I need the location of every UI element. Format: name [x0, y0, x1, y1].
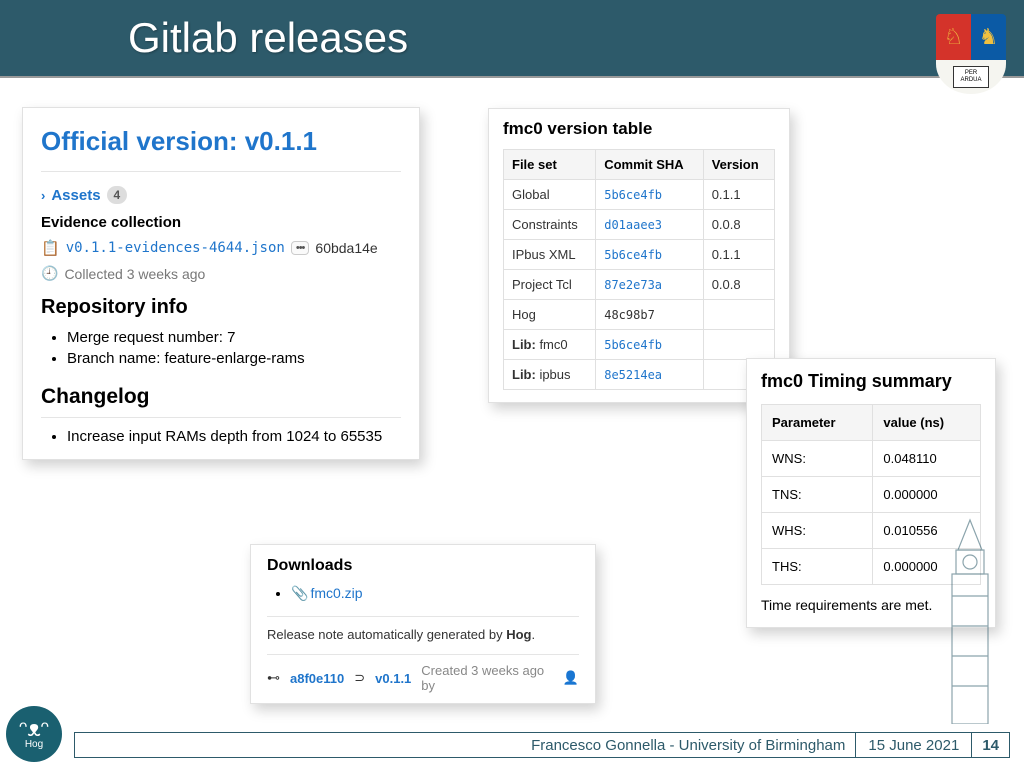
ellipsis-button[interactable]: •••	[291, 241, 310, 255]
col-value: value (ns)	[873, 405, 981, 441]
col-parameter: Parameter	[762, 405, 873, 441]
downloads-meta: ⊷ a8f0e110 ⊃ v0.1.1 Created 3 weeks ago …	[267, 654, 579, 693]
release-panel: Official version: v0.1.1 › Assets 4 Evid…	[22, 107, 420, 460]
version-cell: 0.1.1	[703, 240, 774, 270]
clock-icon: 🕘	[41, 265, 58, 282]
table-row: Project Tcl87e2e73a0.0.8	[504, 270, 775, 300]
tag-icon: ⊃	[354, 670, 365, 686]
downloads-panel: Downloads 📎fmc0.zip Release note automat…	[250, 544, 596, 704]
fileset-cell: IPbus XML	[504, 240, 596, 270]
divider	[41, 171, 401, 172]
fileset-cell: Constraints	[504, 210, 596, 240]
changelog-list: Increase input RAMs depth from 1024 to 6…	[67, 428, 401, 445]
fileset-cell: Hog	[504, 300, 596, 330]
assets-row[interactable]: › Assets 4	[41, 186, 401, 204]
table-row: WNS:0.048110	[762, 441, 981, 477]
repo-info-heading: Repository info	[41, 296, 401, 319]
param-cell: WHS:	[762, 513, 873, 549]
assets-count-badge: 4	[107, 186, 128, 204]
repo-info-list: Merge request number: 7 Branch name: fea…	[67, 329, 401, 367]
avatar-icon: 👤	[563, 670, 579, 686]
fileset-cell: Project Tcl	[504, 270, 596, 300]
col-fileset: File set	[504, 150, 596, 180]
version-table: File set Commit SHA Version Global5b6ce4…	[503, 149, 775, 390]
sha-cell[interactable]: d01aaee3	[596, 210, 703, 240]
version-table-panel: fmc0 version table File set Commit SHA V…	[488, 108, 790, 403]
sha-cell[interactable]: 87e2e73a	[596, 270, 703, 300]
fileset-cell: Lib: fmc0	[504, 330, 596, 360]
changelog-item: Increase input RAMs depth from 1024 to 6…	[67, 428, 401, 445]
evidence-heading: Evidence collection	[41, 214, 401, 231]
crest-lion-icon: ♘	[936, 14, 971, 60]
version-cell	[703, 300, 774, 330]
param-cell: TNS:	[762, 477, 873, 513]
value-cell: 0.000000	[873, 477, 981, 513]
commit-link[interactable]: a8f0e110	[290, 671, 344, 686]
divider	[41, 417, 401, 418]
sha-cell[interactable]: 5b6ce4fb	[596, 240, 703, 270]
merge-request-item: Merge request number: 7	[67, 329, 401, 346]
assets-label: Assets	[51, 187, 100, 204]
downloads-heading: Downloads	[267, 557, 579, 575]
university-crest: ♘ ♞ PERARDUA	[936, 14, 1006, 94]
header-bar: Gitlab releases ♘ ♞ PERARDUA	[0, 0, 1024, 78]
clipboard-icon: 📋	[41, 239, 60, 257]
footer-page: 14	[971, 733, 1009, 757]
fileset-cell: Lib: ipbus	[504, 360, 596, 390]
hog-logo-text: Hog	[25, 739, 43, 750]
sha-cell[interactable]: 5b6ce4fb	[596, 330, 703, 360]
table-row: Lib: fmc05b6ce4fb	[504, 330, 775, 360]
value-cell: 0.048110	[873, 441, 981, 477]
downloads-note: Release note automatically generated by …	[267, 627, 579, 642]
clocktower-illustration	[928, 516, 1012, 724]
tag-link[interactable]: v0.1.1	[375, 671, 411, 686]
paperclip-icon: 📎	[291, 585, 308, 601]
table-row: Constraintsd01aaee30.0.8	[504, 210, 775, 240]
download-item: 📎fmc0.zip	[291, 585, 579, 602]
version-cell	[703, 330, 774, 360]
col-sha: Commit SHA	[596, 150, 703, 180]
collected-row: 🕘 Collected 3 weeks ago	[41, 265, 401, 282]
param-cell: WNS:	[762, 441, 873, 477]
sha-cell: 48c98b7	[596, 300, 703, 330]
crest-griffin-icon: ♞	[971, 14, 1006, 60]
evidence-sha: 60bda14e	[315, 240, 377, 256]
version-cell: 0.0.8	[703, 210, 774, 240]
slide-title: Gitlab releases	[128, 14, 408, 62]
commit-icon: ⊷	[267, 670, 280, 686]
sha-cell[interactable]: 5b6ce4fb	[596, 180, 703, 210]
evidence-file-link[interactable]: v0.1.1-evidences-4644.json	[66, 240, 285, 256]
hog-logo: ᵔᴥᵔ Hog	[6, 706, 62, 762]
param-cell: THS:	[762, 549, 873, 585]
download-link[interactable]: fmc0.zip	[310, 585, 362, 601]
table-row: Lib: ipbus8e5214ea	[504, 360, 775, 390]
changelog-heading: Changelog	[41, 385, 401, 409]
evidence-row: 📋 v0.1.1-evidences-4644.json ••• 60bda14…	[41, 239, 401, 257]
version-table-title: fmc0 version table	[503, 119, 775, 139]
footer: Francesco Gonnella - University of Birmi…	[74, 732, 1010, 758]
fileset-cell: Global	[504, 180, 596, 210]
timing-title: fmc0 Timing summary	[761, 371, 981, 392]
downloads-list: 📎fmc0.zip	[291, 585, 579, 602]
version-cell: 0.1.1	[703, 180, 774, 210]
created-text: Created 3 weeks ago by	[421, 663, 553, 693]
version-cell: 0.0.8	[703, 270, 774, 300]
table-row: TNS:0.000000	[762, 477, 981, 513]
hog-face-icon: ᵔᴥᵔ	[19, 719, 49, 739]
crest-motto: PERARDUA	[953, 66, 989, 88]
table-row: IPbus XML5b6ce4fb0.1.1	[504, 240, 775, 270]
branch-name-item: Branch name: feature-enlarge-rams	[67, 350, 401, 367]
divider	[267, 616, 579, 617]
footer-date: 15 June 2021	[855, 733, 971, 757]
collected-text: Collected 3 weeks ago	[64, 266, 205, 282]
col-version: Version	[703, 150, 774, 180]
footer-author: Francesco Gonnella - University of Birmi…	[75, 737, 855, 754]
table-row: Hog48c98b7	[504, 300, 775, 330]
release-title[interactable]: Official version: v0.1.1	[41, 126, 401, 157]
chevron-right-icon: ›	[41, 188, 45, 203]
sha-cell[interactable]: 8e5214ea	[596, 360, 703, 390]
table-row: Global5b6ce4fb0.1.1	[504, 180, 775, 210]
